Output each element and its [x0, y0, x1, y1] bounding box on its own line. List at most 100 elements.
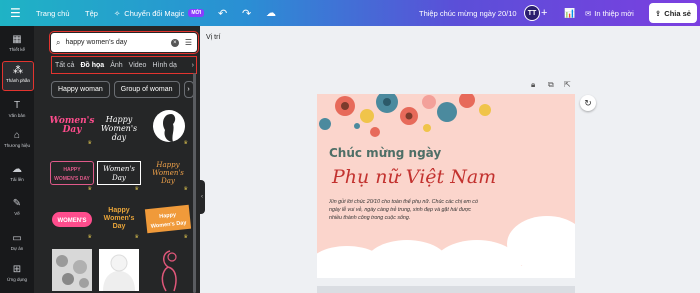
- panel-scrollbar[interactable]: [193, 73, 196, 293]
- rail-item-label: Dự án: [10, 246, 24, 251]
- tab-photos[interactable]: Ảnh: [107, 62, 125, 69]
- top-bar: ☰ Trang chủ Tệp ✧ Chuyển đổi Magic MỚI ↶…: [0, 0, 700, 26]
- rail-item-draw[interactable]: ✎ Vẽ: [0, 198, 34, 216]
- duplicate-icon[interactable]: ⧉: [548, 80, 554, 90]
- chip-group-of-woman[interactable]: Group of woman: [113, 81, 180, 98]
- graphic-item[interactable]: Happy Women's Day ♛: [97, 198, 141, 240]
- rail-item-apps[interactable]: ⊞ Ứng dụng: [0, 264, 34, 282]
- rail-item-label: Vẽ: [14, 211, 20, 216]
- add-collaborator-icon[interactable]: +: [541, 0, 547, 26]
- graphic-item[interactable]: ♛: [146, 106, 190, 146]
- card-script-title[interactable]: Phụ nữ Việt Nam: [332, 166, 496, 188]
- document-title[interactable]: Thiệp chúc mừng ngày 20/10: [419, 0, 517, 26]
- graphic-text: Women's Day: [50, 116, 95, 135]
- rail-item-elements[interactable]: ⁂ Thành phần: [2, 61, 34, 91]
- crown-icon: ♛: [87, 234, 92, 240]
- graphic-text: Happy Women's Day: [150, 212, 187, 230]
- avatar-button[interactable]: TT: [524, 0, 540, 26]
- folder-icon: ▭: [12, 233, 22, 244]
- magic-switch-button[interactable]: ✧ Chuyển đổi Magic MỚI: [114, 0, 205, 26]
- rail-item-label: Thành phần: [5, 78, 31, 83]
- insights-icon[interactable]: 📊: [564, 0, 575, 26]
- new-badge: MỚI: [188, 9, 205, 17]
- rail-item-projects[interactable]: ▭ Dự án: [0, 233, 34, 251]
- graphic-text: Happy Women's day: [100, 114, 138, 142]
- graphic-text: WOMEN'S: [57, 217, 87, 224]
- file-menu[interactable]: Tệp: [85, 0, 98, 26]
- card-body-text[interactable]: Xin gửi lời chúc 20/10 cho toàn thể phụ …: [329, 198, 479, 222]
- rail-item-brand[interactable]: ⌂ Thương hiệu: [0, 130, 34, 148]
- magic-switch-label: Chuyển đổi Magic: [124, 8, 185, 18]
- home-link[interactable]: Trang chủ: [36, 0, 70, 26]
- apps-icon: ⊞: [12, 264, 22, 275]
- rail-item-label: Thương hiệu: [4, 143, 30, 148]
- rail-item-label: Tải lên: [10, 177, 24, 182]
- print-invite-button[interactable]: ✉ In thiệp mời: [585, 0, 634, 26]
- tab-videos[interactable]: Video: [126, 62, 150, 69]
- position-button[interactable]: Vị trí: [206, 34, 220, 41]
- crown-icon: ♛: [134, 186, 139, 192]
- search-icon: ⌕: [56, 37, 61, 47]
- cloud-upload-icon: ☁: [12, 164, 22, 175]
- crown-icon: ♛: [87, 140, 92, 146]
- crown-icon: ♛: [183, 186, 188, 192]
- sparkle-icon: ✧: [114, 8, 121, 18]
- cloud-save-icon[interactable]: ☁: [266, 0, 276, 26]
- portrait-frame-graphic: [99, 248, 139, 291]
- tab-graphics[interactable]: Đồ họa: [77, 62, 107, 69]
- graphic-item[interactable]: Happy Women's Day ♛: [146, 154, 190, 192]
- rail-item-uploads[interactable]: ☁ Tải lên: [0, 164, 34, 182]
- graphic-text: Happy Women's Day: [103, 207, 135, 230]
- export-icon[interactable]: ⇱: [564, 80, 571, 89]
- graphic-item[interactable]: Happy Women's day: [97, 106, 141, 152]
- redo-icon[interactable]: ↷: [242, 0, 251, 26]
- undo-icon[interactable]: ↶: [218, 0, 227, 26]
- floral-women-graphic: [52, 248, 92, 291]
- ribbon-graphic: Happy Women's Day: [144, 204, 191, 234]
- card-heading[interactable]: Chúc mừng ngày: [329, 146, 441, 160]
- crown-icon: ♛: [87, 186, 92, 192]
- graphic-text: Women's Day: [103, 165, 135, 182]
- chevron-right-icon[interactable]: ›: [183, 81, 194, 98]
- filter-icon[interactable]: ☰: [185, 38, 192, 47]
- shapes-icon: ⁂: [13, 65, 23, 76]
- graphic-item[interactable]: [146, 246, 190, 293]
- share-label: Chia sẻ: [664, 8, 691, 18]
- graphic-item[interactable]: Women's Day ♛: [50, 106, 95, 147]
- rail-item-label: Văn bản: [8, 113, 26, 118]
- rail-item-design[interactable]: ▦ Thiết kế: [0, 34, 34, 52]
- next-page-preview[interactable]: [317, 286, 575, 293]
- layout-icon: ▦: [12, 34, 22, 45]
- graphic-item[interactable]: Women's Day ♛: [97, 154, 141, 192]
- crown-icon: ♛: [134, 234, 139, 240]
- graphic-text: HAPPY WOMEN'S DAY: [54, 167, 90, 182]
- share-icon: ⇪: [655, 8, 662, 18]
- greeting-card[interactable]: Chúc mừng ngày Phụ nữ Việt Nam Xin gửi l…: [317, 94, 575, 278]
- tab-all[interactable]: Tất cả: [52, 62, 77, 69]
- search-box[interactable]: ⌕ happy women's day × ☰: [49, 31, 199, 54]
- brand-icon: ⌂: [13, 130, 21, 141]
- search-input[interactable]: happy women's day: [65, 39, 170, 46]
- hamburger-icon[interactable]: ☰: [10, 0, 21, 26]
- graphic-item[interactable]: Happy Women's Day ♛: [144, 198, 191, 240]
- graphic-item[interactable]: [50, 246, 94, 293]
- graphic-item[interactable]: HAPPY WOMEN'S DAY ♛: [50, 154, 94, 192]
- chip-happy-woman[interactable]: Happy woman: [51, 81, 110, 98]
- share-button[interactable]: ⇪ Chia sẻ: [649, 3, 697, 23]
- graphic-item[interactable]: [97, 246, 141, 293]
- left-rail: ▦ Thiết kế ⁂ Thành phần T Văn bản ⌂ Thươ…: [0, 26, 34, 293]
- crown-icon: ♛: [183, 140, 188, 146]
- graphic-text: Happy Women's Day: [152, 161, 184, 185]
- envelope-icon: ✉: [585, 8, 592, 18]
- frame-graphic: Women's Day: [97, 161, 141, 185]
- text-icon: T: [13, 100, 21, 111]
- graphic-item[interactable]: WOMEN'S ♛: [50, 198, 94, 240]
- refresh-icon[interactable]: ↻: [580, 95, 596, 111]
- tab-shapes[interactable]: Hình dạ: [149, 62, 180, 69]
- rail-item-text[interactable]: T Văn bản: [0, 100, 34, 118]
- lock-icon[interactable]: 🔒︎: [531, 80, 535, 90]
- collapse-panel-handle[interactable]: ‹: [199, 180, 205, 214]
- chevron-right-icon[interactable]: ›: [192, 62, 196, 69]
- clear-icon[interactable]: ×: [170, 38, 179, 47]
- crown-icon: ♛: [183, 234, 188, 240]
